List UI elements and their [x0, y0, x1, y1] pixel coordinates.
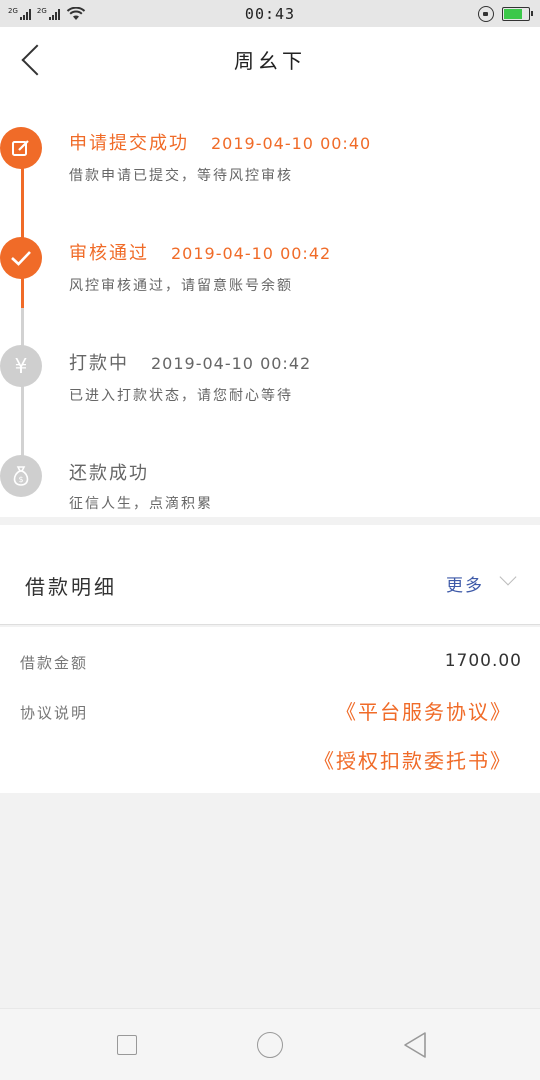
platform-service-agreement-link[interactable]: 《平台服务协议》 — [336, 696, 512, 725]
battery-fill — [504, 8, 522, 19]
clock: 00:43 — [244, 4, 296, 23]
step-title: 审核通过 2019-04-10 00:42 — [69, 239, 331, 265]
signal-sim1-icon: 2G — [8, 6, 31, 20]
chevron-down-icon[interactable] — [499, 568, 517, 586]
step-desc: 已进入打款状态，请您耐心等待 — [69, 388, 293, 404]
amount-label: 借款金额 — [20, 654, 89, 672]
signal-sim2-icon: 2G — [36, 6, 60, 20]
status-right — [478, 5, 533, 22]
page-title: 周幺下 — [234, 49, 306, 73]
system-nav-bar — [0, 1008, 540, 1080]
loan-progress-timeline: 申请提交成功 2019-04-10 00:40 借款申请已提交，等待风控审核 审核… — [0, 93, 540, 517]
step-title-text: 申请提交成功 — [69, 133, 189, 154]
svg-text:$: $ — [18, 475, 23, 484]
triangle-back-icon[interactable] — [402, 1031, 428, 1059]
status-bar: 2G 2G 00:43 — [0, 0, 540, 27]
money-bag-icon: $ — [0, 455, 42, 497]
battery-icon — [502, 6, 533, 21]
signal-group: 2G 2G — [8, 6, 86, 21]
step-desc: 征信人生，点滴积累 — [69, 496, 213, 512]
step-title: 还款成功 — [69, 459, 171, 485]
check-icon — [0, 237, 42, 279]
step-title: 打款中 2019-04-10 00:42 — [69, 349, 311, 375]
wifi-icon — [66, 6, 85, 20]
amount-value: 1700.00 — [444, 651, 522, 671]
step-title-text: 打款中 — [69, 353, 129, 374]
step-time: 2019-04-10 00:42 — [171, 244, 332, 263]
step-title: 申请提交成功 2019-04-10 00:40 — [69, 129, 371, 155]
app-header: 周幺下 — [0, 27, 540, 93]
step-time: 2019-04-10 00:42 — [151, 354, 312, 373]
agreement-label: 协议说明 — [20, 704, 89, 722]
sim1-label: 2G — [8, 6, 18, 15]
step-desc: 借款申请已提交，等待风控审核 — [69, 168, 293, 184]
step-title-text: 还款成功 — [69, 463, 149, 484]
step-desc: 风控审核通过，请留意账号余额 — [69, 278, 293, 294]
debit-authorization-link[interactable]: 《授权扣款委托书》 — [314, 745, 512, 774]
loan-detail-body: 借款金额 1700.00 协议说明 《平台服务协议》 《授权扣款委托书》 — [0, 627, 540, 793]
step-time: 2019-04-10 00:40 — [211, 134, 372, 153]
rotation-lock-icon — [478, 5, 494, 22]
edit-icon — [0, 127, 42, 169]
sim2-label: 2G — [36, 6, 47, 15]
timeline-line-done — [21, 155, 24, 308]
square-icon[interactable] — [117, 1035, 137, 1055]
loan-detail-title: 借款明细 — [25, 575, 117, 599]
circle-icon[interactable] — [257, 1032, 283, 1058]
yen-icon: ¥ — [0, 345, 42, 387]
more-link[interactable]: 更多 — [446, 571, 484, 596]
loan-detail-header: 借款明细 更多 — [0, 525, 540, 625]
step-title-text: 审核通过 — [69, 243, 149, 264]
